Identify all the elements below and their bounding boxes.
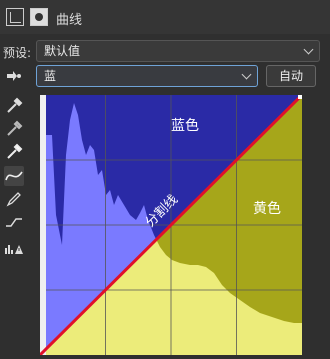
pencil-icon[interactable]: [4, 189, 24, 209]
channel-value: 蓝: [44, 69, 57, 83]
eyedropper-black-icon[interactable]: [4, 96, 24, 116]
curves-graph[interactable]: 蓝色 黄色 分割线: [38, 93, 304, 357]
mask-icon[interactable]: [30, 8, 48, 26]
on-image-adjust-icon[interactable]: [4, 66, 24, 86]
smooth-icon[interactable]: [4, 212, 24, 232]
input-gradient-bar: [40, 95, 46, 355]
panel-header: 曲线: [0, 0, 330, 34]
panel-title: 曲线: [56, 13, 83, 28]
eyedropper-gray-icon[interactable]: [4, 119, 24, 139]
curve-endpoint[interactable]: [298, 95, 302, 99]
chevron-down-icon: [241, 69, 252, 80]
histogram-warning-icon[interactable]: [4, 238, 24, 258]
adjustment-layer-icon[interactable]: [6, 8, 24, 26]
chevron-down-icon: [303, 44, 314, 55]
preset-label: 预设:: [3, 46, 32, 60]
curve-tool-icon[interactable]: [4, 166, 24, 186]
auto-button[interactable]: 自动: [266, 65, 316, 87]
blue-region-label: 蓝色: [171, 118, 199, 134]
preset-value: 默认值: [44, 44, 81, 58]
preset-select[interactable]: 默认值: [36, 40, 320, 62]
eyedropper-white-icon[interactable]: [4, 142, 24, 162]
channel-select[interactable]: 蓝: [36, 65, 258, 87]
yellow-region-label: 黄色: [253, 201, 281, 217]
